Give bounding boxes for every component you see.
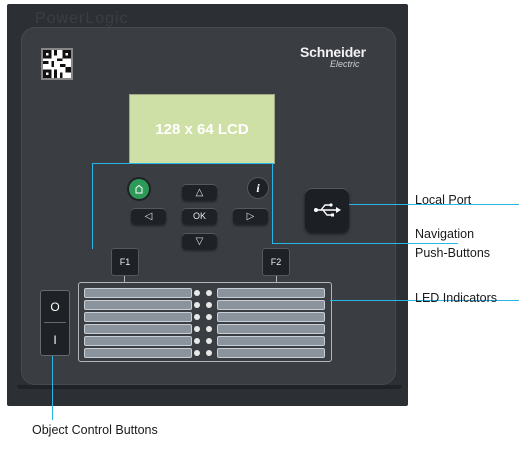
home-icon (135, 184, 143, 194)
led-dot (194, 326, 200, 332)
local-port-usb[interactable] (305, 188, 349, 232)
object-callout-line (52, 356, 53, 420)
left-button[interactable]: ◁ (131, 208, 166, 224)
f2-button[interactable]: F2 (262, 248, 290, 276)
led-label-strip (84, 324, 192, 334)
home-button[interactable] (129, 179, 149, 199)
up-button[interactable]: △ (182, 184, 217, 200)
object-open-button[interactable]: O (40, 290, 70, 323)
qr-code-icon (41, 48, 73, 80)
f1-button[interactable]: F1 (111, 248, 139, 276)
led-label-strip (217, 288, 325, 298)
usb-icon (314, 203, 341, 217)
info-icon: i (256, 180, 260, 195)
brand-sub: Electric (330, 59, 360, 69)
led-label-strip (217, 312, 325, 322)
object-close-button[interactable]: I (40, 323, 70, 356)
nav-callout-line (92, 163, 93, 249)
led-dot (194, 338, 200, 344)
info-button[interactable]: i (248, 178, 268, 198)
nav-callout-line (92, 163, 273, 164)
led-dot (206, 338, 212, 344)
object-control-buttons: O I (40, 290, 70, 356)
led-indicators-label: LED Indicators (415, 291, 497, 305)
brand-logo: Schneider Electric (300, 44, 380, 69)
led-label-strip (217, 300, 325, 310)
object-control-label: Object Control Buttons (32, 423, 158, 437)
led-dot (206, 326, 212, 332)
led-label-strip (217, 336, 325, 346)
right-button[interactable]: ▷ (233, 208, 268, 224)
panel-bottom-edge (17, 385, 402, 389)
led-dot (206, 314, 212, 320)
led-dot (194, 290, 200, 296)
navigation-label-line2: Push-Buttons (415, 246, 491, 260)
nav-callout-line (272, 163, 273, 243)
lcd-display: 128 x 64 LCD (129, 94, 275, 164)
led-label-strip (84, 300, 192, 310)
led-dot (194, 314, 200, 320)
led-label-strip (84, 336, 192, 346)
navigation-label-line1: Navigation (415, 227, 475, 241)
led-dot (194, 302, 200, 308)
led-label-strip (84, 288, 192, 298)
led-dot (206, 350, 212, 356)
faint-brand-text: PowerLogic (35, 10, 129, 27)
local-port-label: Local Port (415, 193, 472, 207)
ok-button[interactable]: OK (182, 208, 217, 224)
led-label-strip (217, 348, 325, 358)
led-label-strip (217, 324, 325, 334)
brand-name: Schneider (300, 44, 366, 60)
down-button[interactable]: ▽ (182, 233, 217, 249)
led-dot (206, 302, 212, 308)
led-label-strip (84, 348, 192, 358)
led-label-strip (84, 312, 192, 322)
led-dot (194, 350, 200, 356)
led-dot (206, 290, 212, 296)
led-indicator-panel (78, 282, 332, 362)
